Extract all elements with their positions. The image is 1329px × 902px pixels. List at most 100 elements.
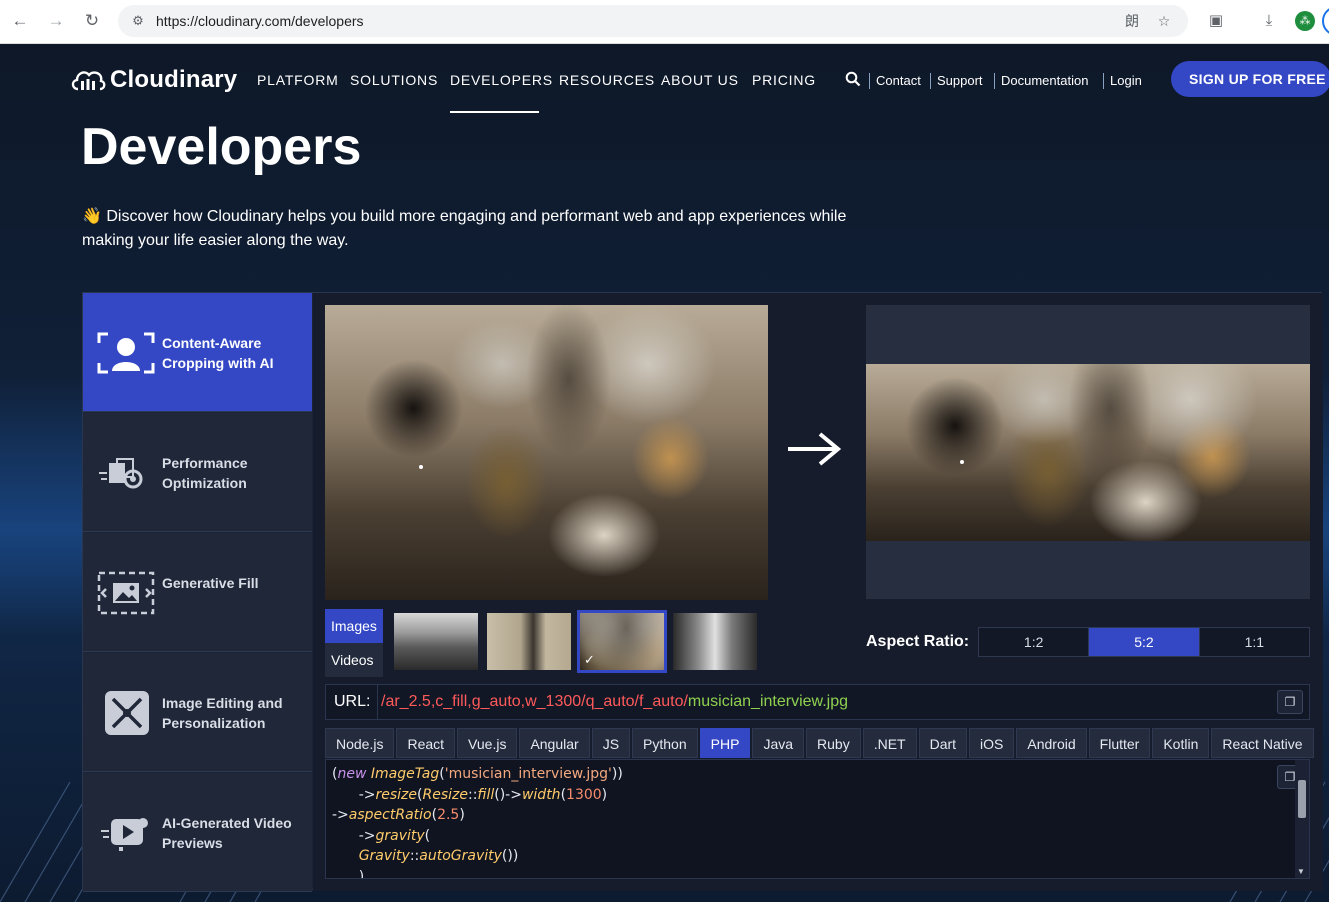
- tab-angular[interactable]: Angular: [519, 728, 590, 758]
- sidebar-item-label: Image Editing and Personalization: [162, 695, 283, 731]
- url-label: URL:: [334, 693, 371, 710]
- feature-demo-panel: Images Videos ✓ Aspect Ratio: 1:2 5:2 1:…: [313, 293, 1323, 891]
- tab-ios[interactable]: iOS: [969, 728, 1015, 758]
- focus-point-marker: [419, 465, 423, 469]
- sidebar-item-label: Content-Aware Cropping with AI: [162, 335, 274, 371]
- sidebar-item-label: Performance Optimization: [162, 455, 248, 491]
- documentation-link[interactable]: Documentation: [1001, 73, 1088, 88]
- sidebar-item-label: AI-Generated Video Previews: [162, 815, 292, 851]
- address-url[interactable]: https://cloudinary.com/developers: [156, 13, 364, 29]
- original-image: [325, 305, 768, 600]
- extensions-icon[interactable]: ▣: [1204, 9, 1228, 33]
- nav-resources[interactable]: RESOURCES: [559, 72, 655, 88]
- url-filename: musician_interview.jpg: [687, 693, 848, 710]
- link-separator: [994, 73, 995, 89]
- nav-pricing[interactable]: PRICING: [752, 72, 816, 88]
- interview-thumbnail[interactable]: ✓: [577, 610, 667, 673]
- aspect-ratio-5-2[interactable]: 5:2: [1089, 628, 1200, 656]
- feature-sidebar: Content-Aware Cropping with AI Performan…: [83, 293, 312, 892]
- tab-kotlin[interactable]: Kotlin: [1152, 728, 1210, 758]
- code-scrollbar[interactable]: ▼: [1295, 760, 1309, 878]
- tab-flutter[interactable]: Flutter: [1088, 728, 1151, 758]
- profile-button[interactable]: [1322, 6, 1329, 36]
- tab-react-native[interactable]: React Native: [1211, 728, 1314, 758]
- sidebar-item-content-aware-cropping[interactable]: Content-Aware Cropping with AI: [83, 293, 312, 412]
- nav-about-us[interactable]: ABOUT US: [661, 72, 739, 88]
- nav-platform[interactable]: PLATFORM: [257, 72, 339, 88]
- code-snippet[interactable]: (new ImageTag('musician_interview.jpg'))…: [325, 759, 1310, 879]
- tab-react[interactable]: React: [396, 728, 456, 758]
- tab-ruby[interactable]: Ruby: [806, 728, 861, 758]
- code-text: (new ImageTag('musician_interview.jpg'))…: [332, 766, 623, 879]
- scroll-down-icon[interactable]: ▼: [1297, 867, 1305, 876]
- tab-php[interactable]: PHP: [699, 728, 751, 758]
- mountain-thumbnail[interactable]: [394, 613, 478, 670]
- generative-fill-icon: [97, 571, 155, 615]
- active-nav-indicator: [450, 111, 539, 113]
- url-divider: [377, 685, 378, 719]
- bookmark-star-icon[interactable]: ☆: [1154, 11, 1174, 31]
- tab-dart[interactable]: Dart: [918, 728, 968, 758]
- support-link[interactable]: Support: [937, 73, 983, 88]
- aspect-ratio-1-2[interactable]: 1:2: [979, 628, 1090, 656]
- cloud-logo-icon: [71, 71, 106, 91]
- sidebar-item-video-previews[interactable]: AI-Generated Video Previews: [83, 773, 312, 892]
- developers-page: Cloudinary PLATFORM SOLUTIONS DEVELOPERS…: [0, 45, 1329, 902]
- video-preview-icon: [101, 818, 148, 851]
- nav-developers[interactable]: DEVELOPERS: [450, 72, 553, 88]
- feature-showcase: Content-Aware Cropping with AI Performan…: [82, 292, 1323, 892]
- translate-icon[interactable]: 朗: [1122, 11, 1142, 31]
- browser-toolbar: ← → ↻ ⚙ https://cloudinary.com/developer…: [0, 0, 1329, 44]
- focus-point-marker: [960, 460, 964, 464]
- forward-icon[interactable]: →: [44, 9, 68, 33]
- images-toggle[interactable]: Images: [325, 609, 383, 643]
- link-separator: [930, 73, 931, 89]
- download-icon[interactable]: ⤓: [1257, 9, 1281, 33]
- wave-emoji: 👋: [82, 208, 102, 225]
- selected-check-icon: ✓: [584, 652, 595, 667]
- right-arrow-icon: [788, 432, 842, 466]
- delivery-url-bar: URL: /ar_2.5,c_fill,g_auto,w_1300/q_auto…: [325, 684, 1310, 720]
- contact-link[interactable]: Contact: [876, 73, 921, 88]
- search-icon[interactable]: [845, 71, 861, 87]
- link-separator: [1103, 73, 1104, 89]
- tab-java[interactable]: Java: [752, 728, 805, 758]
- page-subtitle: 👋 Discover how Cloudinary helps you buil…: [82, 205, 862, 253]
- hallway-thumbnail[interactable]: [673, 613, 757, 670]
- page-title: Developers: [81, 118, 362, 176]
- login-link[interactable]: Login: [1110, 73, 1142, 88]
- tools-icon: [105, 691, 149, 735]
- videos-toggle[interactable]: Videos: [325, 643, 383, 677]
- tab-dotnet[interactable]: .NET: [862, 728, 917, 758]
- aspect-ratio-selector: 1:2 5:2 1:1: [978, 627, 1310, 657]
- couple-thumbnail[interactable]: [487, 613, 571, 670]
- aspect-ratio-label: Aspect Ratio:: [866, 633, 970, 650]
- delivery-url[interactable]: /ar_2.5,c_fill,g_auto,w_1300/q_auto/f_au…: [381, 693, 848, 711]
- language-tabs: Node.js React Vue.js Angular JS Python P…: [325, 728, 1314, 758]
- tab-vuejs[interactable]: Vue.js: [457, 728, 518, 758]
- cloudinary-logo[interactable]: Cloudinary: [70, 65, 237, 95]
- tab-nodejs[interactable]: Node.js: [325, 728, 395, 758]
- aspect-ratio-1-1[interactable]: 1:1: [1200, 628, 1309, 656]
- logo-text: Cloudinary: [110, 66, 238, 93]
- sidebar-item-performance-optimization[interactable]: Performance Optimization: [83, 413, 312, 532]
- sign-up-button[interactable]: SIGN UP FOR FREE: [1171, 61, 1329, 97]
- tab-android[interactable]: Android: [1016, 728, 1087, 758]
- sidebar-item-image-editing[interactable]: Image Editing and Personalization: [83, 653, 312, 772]
- sidebar-item-generative-fill[interactable]: Generative Fill: [83, 533, 312, 652]
- subtitle-text: Discover how Cloudinary helps you build …: [82, 208, 847, 249]
- scrollbar-thumb[interactable]: [1298, 780, 1306, 818]
- address-bar[interactable]: ⚙ https://cloudinary.com/developers 朗 ☆: [118, 5, 1188, 37]
- copy-url-button[interactable]: ❐: [1277, 690, 1303, 714]
- cropped-preview-frame: [866, 305, 1310, 599]
- profile-avatar[interactable]: ⁂: [1295, 11, 1315, 31]
- tab-js[interactable]: JS: [591, 728, 631, 758]
- back-icon[interactable]: ←: [8, 9, 32, 33]
- sidebar-item-label: Generative Fill: [162, 575, 259, 591]
- cropped-image: [866, 364, 1310, 541]
- site-settings-icon[interactable]: ⚙: [128, 11, 148, 31]
- speed-media-icon: [99, 458, 143, 489]
- tab-python[interactable]: Python: [632, 728, 698, 758]
- nav-solutions[interactable]: SOLUTIONS: [350, 72, 438, 88]
- reload-icon[interactable]: ↻: [80, 9, 104, 33]
